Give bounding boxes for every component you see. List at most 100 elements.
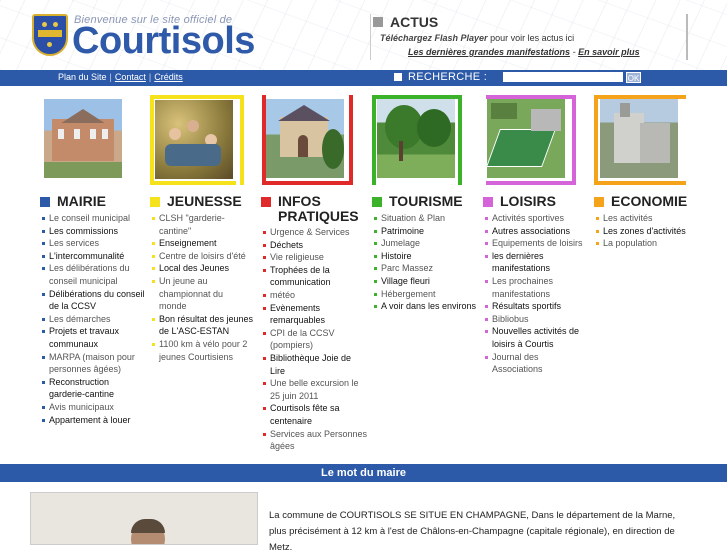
- loisirs-menu-item[interactable]: loisirs à Courtis: [483, 338, 593, 351]
- economie-title[interactable]: ECONOMIE: [611, 194, 687, 209]
- loisirs-photo[interactable]: [486, 99, 565, 178]
- mairie-menu-item[interactable]: de la CCSV: [40, 300, 150, 313]
- mairie-menu-item[interactable]: Le conseil municipal: [40, 212, 150, 225]
- mairie-menu-item[interactable]: L'intercommunalité: [40, 250, 150, 263]
- jeunesse-menu-item[interactable]: Local des Jeunes: [150, 262, 260, 275]
- jeunesse-menu-item[interactable]: de L'ASC-ESTAN: [150, 325, 260, 338]
- infos-menu-item[interactable]: météo: [261, 289, 371, 302]
- jeunesse-menu-item[interactable]: Centre de loisirs d'été: [150, 250, 260, 263]
- loisirs-menu-item[interactable]: manifestations: [483, 288, 593, 301]
- jeunesse-title[interactable]: JEUNESSE: [167, 194, 242, 209]
- mairie-menu-item[interactable]: MARPA (maison pour: [40, 351, 150, 364]
- infos-menu-item[interactable]: Vie religieuse: [261, 251, 371, 264]
- economie-menu-item[interactable]: Les zones d'activités: [594, 225, 714, 238]
- loisirs-menu-item[interactable]: les dernières: [483, 250, 593, 263]
- mairie-menu-item[interactable]: Les commissions: [40, 225, 150, 238]
- mairie-menu-item[interactable]: Les services: [40, 237, 150, 250]
- bullet-icon: [485, 305, 488, 309]
- loisirs-menu-item[interactable]: Journal des: [483, 351, 593, 364]
- mairie-menu-item[interactable]: Les démarches: [40, 313, 150, 326]
- infos-title[interactable]: INFOS PRATIQUES: [278, 194, 359, 224]
- mairie-menu-item[interactable]: Avis municipaux: [40, 401, 150, 414]
- infos-menu-item[interactable]: (pompiers): [261, 339, 371, 352]
- tourisme-menu-item[interactable]: Patrimoine: [372, 225, 484, 238]
- infos-menu-item[interactable]: centenaire: [261, 415, 371, 428]
- tourisme-menu-item[interactable]: A voir dans les environs: [372, 300, 484, 313]
- mairie-menu-item[interactable]: Les délibérations du: [40, 262, 150, 275]
- search-ok-button[interactable]: OK: [626, 72, 641, 83]
- infos-menu-item[interactable]: Bibliothèque Joie de: [261, 352, 371, 365]
- economie-menu-item[interactable]: Les activités: [594, 212, 714, 225]
- infos-menu-item[interactable]: âgées: [261, 440, 371, 453]
- mairie-menu-item[interactable]: Projets et travaux: [40, 325, 150, 338]
- infos-menu-item[interactable]: Lire: [261, 365, 371, 378]
- tourisme-menu-item[interactable]: Histoire: [372, 250, 484, 263]
- bullet-icon: [485, 242, 488, 246]
- infos-photo[interactable]: [266, 99, 344, 178]
- mairie-menu-item[interactable]: Reconstruction: [40, 376, 150, 389]
- bullet-icon: [485, 330, 488, 334]
- coat-of-arms-logo[interactable]: [32, 14, 68, 56]
- loisirs-menu-item[interactable]: Les prochaines: [483, 275, 593, 288]
- credits-link[interactable]: Crédits: [154, 72, 183, 82]
- jeunesse-menu-item[interactable]: Un jeune au: [150, 275, 260, 288]
- loisirs-menu-item[interactable]: Equipements de loisirs: [483, 237, 593, 250]
- jeunesse-menu-item[interactable]: CLSH "garderie-: [150, 212, 260, 225]
- tourisme-menu-item[interactable]: Village fleuri: [372, 275, 484, 288]
- jeunesse-menu-item[interactable]: Enseignement: [150, 237, 260, 250]
- infos-menu-item[interactable]: Services aux Personnes: [261, 428, 371, 441]
- site-brand-title[interactable]: Courtisols: [72, 20, 255, 63]
- contact-link[interactable]: Contact: [115, 72, 146, 82]
- mairie-menu-item[interactable]: Délibérations du conseil: [40, 288, 150, 301]
- mairie-menu-item[interactable]: Appartement à louer: [40, 414, 150, 427]
- economie-menu-item[interactable]: La population: [594, 237, 714, 250]
- infos-menu-item[interactable]: remarquables: [261, 314, 371, 327]
- mairie-menu-item[interactable]: communaux: [40, 338, 150, 351]
- bullet-icon: [263, 432, 266, 436]
- loisirs-menu-item[interactable]: Autres associations: [483, 225, 593, 238]
- jeunesse-menu-item[interactable]: jeunes Courtisiens: [150, 351, 260, 364]
- mairie-title[interactable]: MAIRIE: [57, 194, 106, 209]
- loisirs-menu-item[interactable]: Nouvelles activités de: [483, 325, 593, 338]
- tourisme-title[interactable]: TOURISME: [389, 194, 463, 209]
- loisirs-title[interactable]: LOISIRS: [500, 194, 556, 209]
- mairie-photo[interactable]: [44, 99, 122, 178]
- tourisme-menu-item[interactable]: Hébergement: [372, 288, 484, 301]
- search-input[interactable]: [503, 72, 623, 82]
- economie-photo[interactable]: [600, 99, 678, 178]
- tourisme-photo[interactable]: [377, 99, 455, 178]
- jeunesse-menu-item[interactable]: 1100 km à vélo pour 2: [150, 338, 260, 351]
- infos-menu-item[interactable]: Trophées de la: [261, 264, 371, 277]
- infos-menu-item[interactable]: 25 juin 2011: [261, 390, 371, 403]
- jeunesse-menu-item[interactable]: cantine": [150, 225, 260, 238]
- infos-menu-item[interactable]: Urgence & Services: [261, 226, 371, 239]
- jeunesse-menu-item[interactable]: monde: [150, 300, 260, 313]
- flash-player-link[interactable]: Téléchargez Flash Player: [380, 33, 488, 43]
- manifestations-link[interactable]: Les dernières grandes manifestations: [408, 47, 570, 57]
- bullet-icon: [152, 254, 155, 258]
- bullet-icon: [263, 293, 266, 297]
- bullet-icon: [596, 242, 599, 246]
- loisirs-menu-item[interactable]: manifestations: [483, 262, 593, 275]
- mairie-menu-item[interactable]: personnes âgées): [40, 363, 150, 376]
- plan-du-site-link[interactable]: Plan du Site: [58, 72, 107, 82]
- loisirs-menu-item[interactable]: Activités sportives: [483, 212, 593, 225]
- jeunesse-photo[interactable]: [155, 100, 233, 179]
- jeunesse-menu-item[interactable]: championnat du: [150, 288, 260, 301]
- infos-menu-item[interactable]: communication: [261, 276, 371, 289]
- loisirs-menu-item[interactable]: Bibliobus: [483, 313, 593, 326]
- tourisme-menu-item[interactable]: Situation & Plan: [372, 212, 484, 225]
- loisirs-menu-item[interactable]: Résultats sportifs: [483, 300, 593, 313]
- mairie-menu-item[interactable]: conseil municipal: [40, 275, 150, 288]
- tourisme-menu-item[interactable]: Jumelage: [372, 237, 484, 250]
- jeunesse-menu-item[interactable]: Bon résultat des jeunes: [150, 313, 260, 326]
- infos-menu-item[interactable]: Déchets: [261, 239, 371, 252]
- infos-menu-item[interactable]: Une belle excursion le: [261, 377, 371, 390]
- infos-menu-item[interactable]: CPI de la CCSV: [261, 327, 371, 340]
- en-savoir-plus-link[interactable]: En savoir plus: [578, 47, 640, 57]
- infos-menu-item[interactable]: Courtisols fête sa: [261, 402, 371, 415]
- tourisme-menu-item[interactable]: Parc Massez: [372, 262, 484, 275]
- loisirs-menu-item[interactable]: Associations: [483, 363, 593, 376]
- mairie-menu-item[interactable]: garderie-cantine: [40, 388, 150, 401]
- infos-menu-item[interactable]: Evènements: [261, 302, 371, 315]
